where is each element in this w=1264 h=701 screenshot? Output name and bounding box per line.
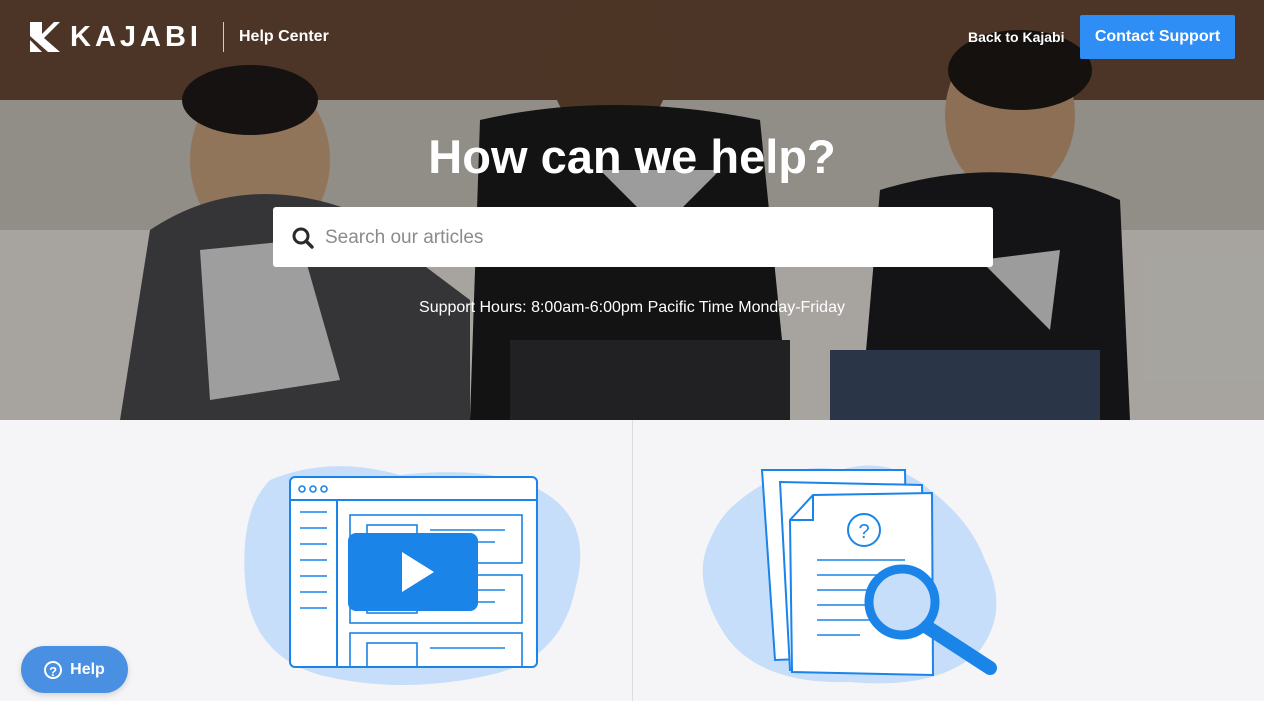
- help-widget-button[interactable]: ? Help: [21, 646, 128, 693]
- search-icon: [292, 227, 314, 249]
- support-hours: Support Hours: 8:00am-6:00pm Pacific Tim…: [419, 299, 845, 316]
- category-cards: ?: [0, 420, 1264, 701]
- help-circle-icon: ?: [44, 660, 63, 679]
- brand-name: KAJABI: [70, 21, 202, 53]
- svg-text:?: ?: [858, 521, 869, 543]
- top-navigation: KAJABI Help Center Back to Kajabi Contac…: [0, 0, 1264, 74]
- back-to-kajabi-link[interactable]: Back to Kajabi: [968, 29, 1064, 45]
- kajabi-logo[interactable]: KAJABI: [30, 22, 202, 52]
- knowledge-base-illustration[interactable]: ?: [700, 460, 1010, 685]
- search-bar[interactable]: [273, 207, 993, 267]
- help-widget-label: Help: [70, 660, 105, 678]
- video-tutorials-illustration[interactable]: [240, 460, 585, 685]
- contact-support-button[interactable]: Contact Support: [1080, 15, 1235, 59]
- logo-divider: [223, 22, 224, 52]
- page-title: How can we help?: [428, 130, 836, 183]
- help-center-label[interactable]: Help Center: [239, 28, 329, 46]
- kajabi-logo-icon: [30, 22, 60, 52]
- search-input[interactable]: [323, 221, 977, 255]
- card-divider: [632, 420, 633, 701]
